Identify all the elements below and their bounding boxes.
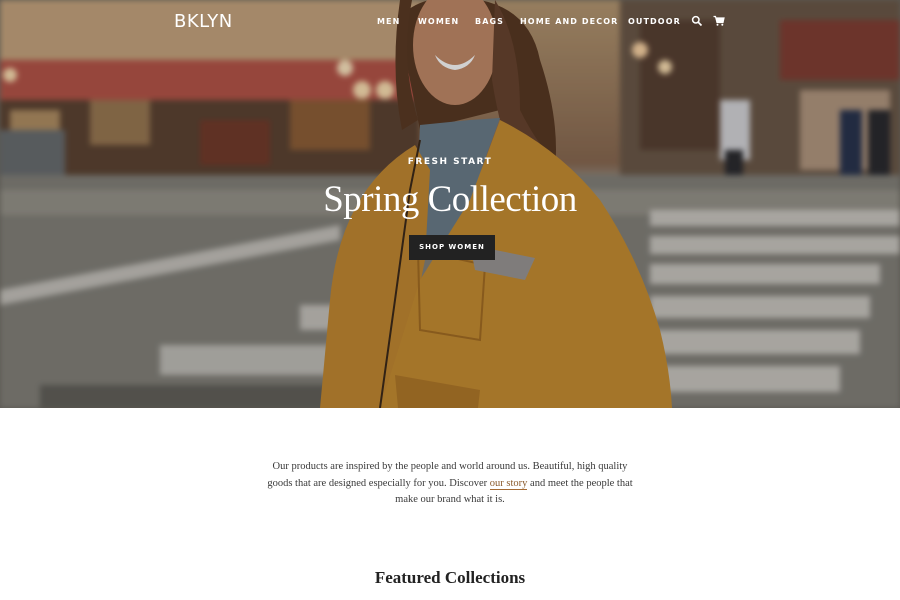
hero-eyebrow: FRESH START [407, 157, 493, 167]
cart-icon[interactable] [713, 14, 727, 28]
nav-item-outdoor[interactable]: OUTDOOR [628, 17, 681, 26]
nav-item-bags[interactable]: BAGS [475, 17, 504, 26]
site-header: BKLYN MEN WOMEN BAGS HOME AND DECOR OUTD… [0, 0, 900, 46]
our-story-link[interactable]: our story [489, 477, 528, 490]
nav-item-home-and-decor[interactable]: HOME AND DECOR [520, 17, 618, 26]
shop-women-button[interactable]: SHOP WOMEN [409, 235, 495, 260]
featured-collections-heading: Featured Collections [374, 568, 526, 587]
logo[interactable]: BKLYN [174, 11, 233, 32]
search-icon[interactable] [691, 14, 705, 28]
hero-title: Spring Collection [323, 179, 577, 220]
intro-text: Our products are inspired by the people … [260, 459, 640, 509]
nav-item-women[interactable]: WOMEN [418, 17, 459, 26]
nav-item-men[interactable]: MEN [377, 17, 400, 26]
